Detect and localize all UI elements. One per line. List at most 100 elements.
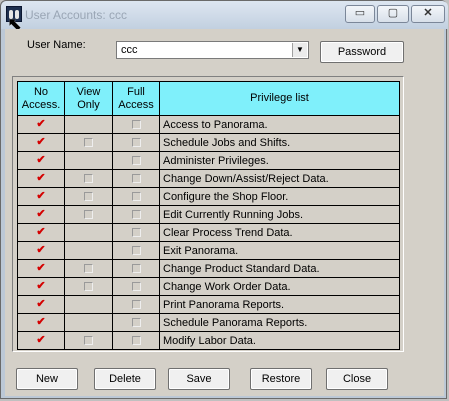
view-only-cell[interactable] [64, 133, 113, 152]
full-access-cell[interactable] [112, 151, 160, 170]
dialog-body: User Name: ccc ▼ Password No Access. Vie… [5, 29, 444, 396]
view-only-checkbox[interactable] [84, 210, 93, 220]
view-only-cell[interactable] [64, 205, 113, 224]
view-only-checkbox[interactable] [84, 138, 93, 148]
view-only-checkbox[interactable] [84, 336, 93, 346]
user-name-dropdown[interactable]: ccc ▼ [116, 41, 309, 59]
full-access-cell[interactable] [112, 277, 160, 296]
minimize-button[interactable]: ▭ [345, 5, 375, 23]
no-access-checked-icon[interactable]: ✔ [36, 191, 45, 202]
no-access-checked-icon[interactable]: ✔ [36, 155, 45, 166]
header-no-access: No Access. [17, 81, 65, 116]
privilege-name: Configure the Shop Floor. [159, 187, 400, 206]
full-access-checkbox[interactable] [131, 120, 141, 130]
full-access-cell[interactable] [112, 169, 160, 188]
no-access-checked-icon[interactable]: ✔ [36, 119, 45, 130]
privilege-name: Modify Labor Data. [159, 331, 400, 350]
view-only-cell [64, 295, 113, 314]
no-access-cell[interactable]: ✔ [17, 169, 65, 188]
privilege-name: Print Panorama Reports. [159, 295, 400, 314]
full-access-cell[interactable] [112, 115, 160, 134]
header-view-only: View Only [64, 81, 113, 116]
close-window-button[interactable]: ✕ [411, 5, 445, 23]
title-bar[interactable]: User Accounts: ccc ▭ ▢ ✕ [1, 1, 448, 29]
no-access-cell[interactable]: ✔ [17, 331, 65, 350]
table-row: ✔ Print Panorama Reports. [17, 295, 400, 314]
no-access-cell[interactable]: ✔ [17, 133, 65, 152]
header-full-access: Full Access [112, 81, 160, 116]
no-access-checked-icon[interactable]: ✔ [36, 317, 45, 328]
no-access-cell[interactable]: ✔ [17, 241, 65, 260]
table-row: ✔ Modify Labor Data. [17, 331, 400, 350]
full-access-cell[interactable] [112, 223, 160, 242]
full-access-checkbox[interactable] [131, 282, 141, 292]
table-row: ✔ Configure the Shop Floor. [17, 187, 400, 206]
no-access-checked-icon[interactable]: ✔ [36, 335, 45, 346]
table-row: ✔ Exit Panorama. [17, 241, 400, 260]
no-access-cell[interactable]: ✔ [17, 187, 65, 206]
no-access-checked-icon[interactable]: ✔ [36, 209, 45, 220]
no-access-checked-icon[interactable]: ✔ [36, 263, 45, 274]
table-row: ✔ Access to Panorama. [17, 115, 400, 134]
no-access-cell[interactable]: ✔ [17, 223, 65, 242]
full-access-cell[interactable] [112, 259, 160, 278]
no-access-checked-icon[interactable]: ✔ [36, 245, 45, 256]
new-button[interactable]: New [16, 368, 78, 390]
no-access-cell[interactable]: ✔ [17, 151, 65, 170]
view-only-checkbox[interactable] [84, 174, 93, 184]
delete-button[interactable]: Delete [94, 368, 156, 390]
close-button[interactable]: Close [326, 368, 388, 390]
full-access-checkbox[interactable] [131, 192, 141, 202]
view-only-cell[interactable] [64, 169, 113, 188]
view-only-checkbox[interactable] [84, 264, 93, 274]
full-access-checkbox[interactable] [131, 156, 141, 166]
full-access-cell[interactable] [112, 295, 160, 314]
full-access-checkbox[interactable] [131, 246, 141, 256]
table-row: ✔ Edit Currently Running Jobs. [17, 205, 400, 224]
chevron-down-icon[interactable]: ▼ [292, 43, 307, 57]
no-access-checked-icon[interactable]: ✔ [36, 173, 45, 184]
view-only-cell[interactable] [64, 331, 113, 350]
full-access-checkbox[interactable] [131, 300, 141, 310]
full-access-cell[interactable] [112, 241, 160, 260]
full-access-checkbox[interactable] [131, 228, 141, 238]
no-access-cell[interactable]: ✔ [17, 115, 65, 134]
full-access-cell[interactable] [112, 205, 160, 224]
window-title: User Accounts: ccc [25, 8, 128, 22]
view-only-checkbox[interactable] [84, 192, 93, 202]
no-access-checked-icon[interactable]: ✔ [36, 281, 45, 292]
full-access-checkbox[interactable] [131, 138, 141, 148]
privilege-table-frame: No Access. View Only Full Access Privile… [12, 76, 404, 352]
no-access-cell[interactable]: ✔ [17, 295, 65, 314]
no-access-checked-icon[interactable]: ✔ [36, 137, 45, 148]
view-only-cell[interactable] [64, 187, 113, 206]
maximize-button[interactable]: ▢ [377, 5, 409, 23]
full-access-checkbox[interactable] [131, 264, 141, 274]
full-access-checkbox[interactable] [131, 318, 141, 328]
no-access-checked-icon[interactable]: ✔ [36, 299, 45, 310]
password-button[interactable]: Password [320, 41, 404, 63]
privilege-name: Edit Currently Running Jobs. [159, 205, 400, 224]
privilege-table: No Access. View Only Full Access Privile… [17, 81, 400, 350]
privilege-name: Schedule Jobs and Shifts. [159, 133, 400, 152]
full-access-cell[interactable] [112, 331, 160, 350]
view-only-checkbox[interactable] [84, 282, 93, 292]
no-access-cell[interactable]: ✔ [17, 259, 65, 278]
full-access-checkbox[interactable] [131, 174, 141, 184]
user-accounts-window: User Accounts: ccc ▭ ▢ ✕ ⬉ User Name: cc… [0, 0, 448, 399]
view-only-cell[interactable] [64, 277, 113, 296]
view-only-cell [64, 241, 113, 260]
full-access-cell[interactable] [112, 133, 160, 152]
full-access-cell[interactable] [112, 313, 160, 332]
no-access-cell[interactable]: ✔ [17, 205, 65, 224]
table-row: ✔ Schedule Jobs and Shifts. [17, 133, 400, 152]
restore-button[interactable]: Restore [250, 368, 312, 390]
view-only-cell[interactable] [64, 259, 113, 278]
no-access-checked-icon[interactable]: ✔ [36, 227, 45, 238]
save-button[interactable]: Save [168, 368, 230, 390]
full-access-checkbox[interactable] [131, 210, 141, 220]
no-access-cell[interactable]: ✔ [17, 277, 65, 296]
full-access-cell[interactable] [112, 187, 160, 206]
no-access-cell[interactable]: ✔ [17, 313, 65, 332]
full-access-checkbox[interactable] [131, 336, 141, 346]
